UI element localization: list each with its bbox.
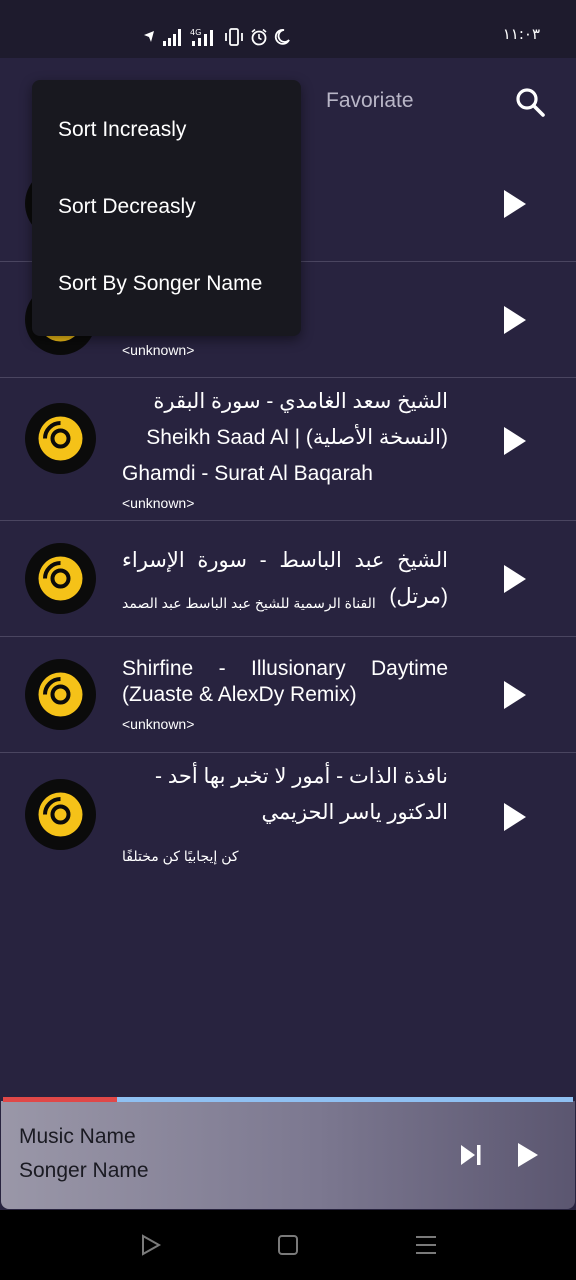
song-title: الشيخ سعد الغامدي - سورة البقرة (النسخة … bbox=[122, 390, 448, 485]
play-button[interactable] bbox=[496, 799, 532, 835]
mini-player[interactable]: Music Name Songer Name bbox=[1, 1101, 575, 1209]
search-icon bbox=[516, 88, 545, 117]
menu-lines-icon bbox=[416, 1236, 436, 1254]
location-arrow-icon bbox=[144, 31, 154, 42]
search-button[interactable] bbox=[512, 84, 548, 120]
progress-bar[interactable] bbox=[3, 1097, 573, 1102]
status-time: ١١:٠٣ bbox=[502, 25, 540, 43]
disc-icon bbox=[25, 403, 96, 474]
play-button[interactable] bbox=[496, 186, 532, 222]
play-icon bbox=[504, 803, 526, 831]
song-row[interactable]: الشيخ سعد الغامدي - سورة البقرة (النسخة … bbox=[0, 378, 576, 521]
play-icon bbox=[504, 190, 526, 218]
play-button[interactable] bbox=[496, 677, 532, 713]
tab-favorite[interactable]: Favoriate bbox=[326, 89, 414, 113]
song-row[interactable]: الشيخ عبد الباسط - سورة الإسراء (مرتل) ا… bbox=[0, 521, 576, 637]
sort-by-singer-item[interactable]: Sort By Songer Name bbox=[58, 272, 262, 296]
status-bar: 4G ١١:٠٣ bbox=[0, 0, 576, 58]
player-artist: Songer Name bbox=[19, 1159, 149, 1182]
disc-icon bbox=[25, 779, 96, 850]
nav-home-button[interactable] bbox=[275, 1232, 301, 1258]
sort-increasing-item[interactable]: Sort Increasly bbox=[58, 118, 186, 142]
song-title: نافذة الذات - أمور لا تخبر بها أحد - الد… bbox=[155, 765, 448, 824]
home-square-icon bbox=[278, 1235, 298, 1255]
player-play-button[interactable] bbox=[509, 1137, 545, 1173]
alarm-icon bbox=[251, 28, 267, 46]
signal-icon bbox=[163, 29, 181, 46]
sort-menu: Sort Increasly Sort Decreasly Sort By So… bbox=[32, 80, 301, 336]
song-title: Shirfine - Illusionary Daytime (Zuaste &… bbox=[122, 657, 448, 706]
song-artist: القناة الرسمية للشيخ عبد الباسط عبد الصم… bbox=[122, 595, 376, 611]
disc-icon bbox=[25, 543, 96, 614]
progress-fill bbox=[3, 1097, 117, 1102]
vibrate-icon bbox=[225, 28, 243, 46]
song-artist: <unknown> bbox=[122, 342, 195, 358]
player-song-title: Music Name bbox=[19, 1125, 136, 1148]
play-button[interactable] bbox=[496, 302, 532, 338]
moon-icon bbox=[274, 29, 290, 45]
nav-back-button[interactable] bbox=[138, 1232, 164, 1258]
nav-menu-button[interactable] bbox=[413, 1232, 439, 1258]
song-row[interactable]: نافذة الذات - أمور لا تخبر بها أحد - الد… bbox=[0, 753, 576, 877]
play-icon bbox=[504, 681, 526, 709]
4g-signal-icon: 4G bbox=[190, 28, 213, 46]
system-nav-bar bbox=[0, 1210, 576, 1280]
play-icon bbox=[504, 306, 526, 334]
song-artist: <unknown> bbox=[122, 716, 195, 732]
svg-text:4G: 4G bbox=[190, 28, 201, 37]
sort-decreasing-item[interactable]: Sort Decreasly bbox=[58, 195, 196, 219]
next-button[interactable] bbox=[455, 1139, 487, 1171]
play-icon bbox=[504, 565, 526, 593]
song-artist: كن إيجابيًا كن مختلفًا bbox=[122, 848, 239, 864]
back-triangle-icon bbox=[142, 1234, 162, 1256]
status-icons: 4G bbox=[142, 26, 290, 48]
play-icon bbox=[518, 1143, 538, 1167]
play-icon bbox=[504, 427, 526, 455]
play-button[interactable] bbox=[496, 423, 532, 459]
song-artist: <unknown> bbox=[122, 495, 195, 511]
play-button[interactable] bbox=[496, 561, 532, 597]
skip-next-icon bbox=[461, 1145, 481, 1165]
disc-icon bbox=[25, 659, 96, 730]
song-row[interactable]: Shirfine - Illusionary Daytime (Zuaste &… bbox=[0, 637, 576, 753]
